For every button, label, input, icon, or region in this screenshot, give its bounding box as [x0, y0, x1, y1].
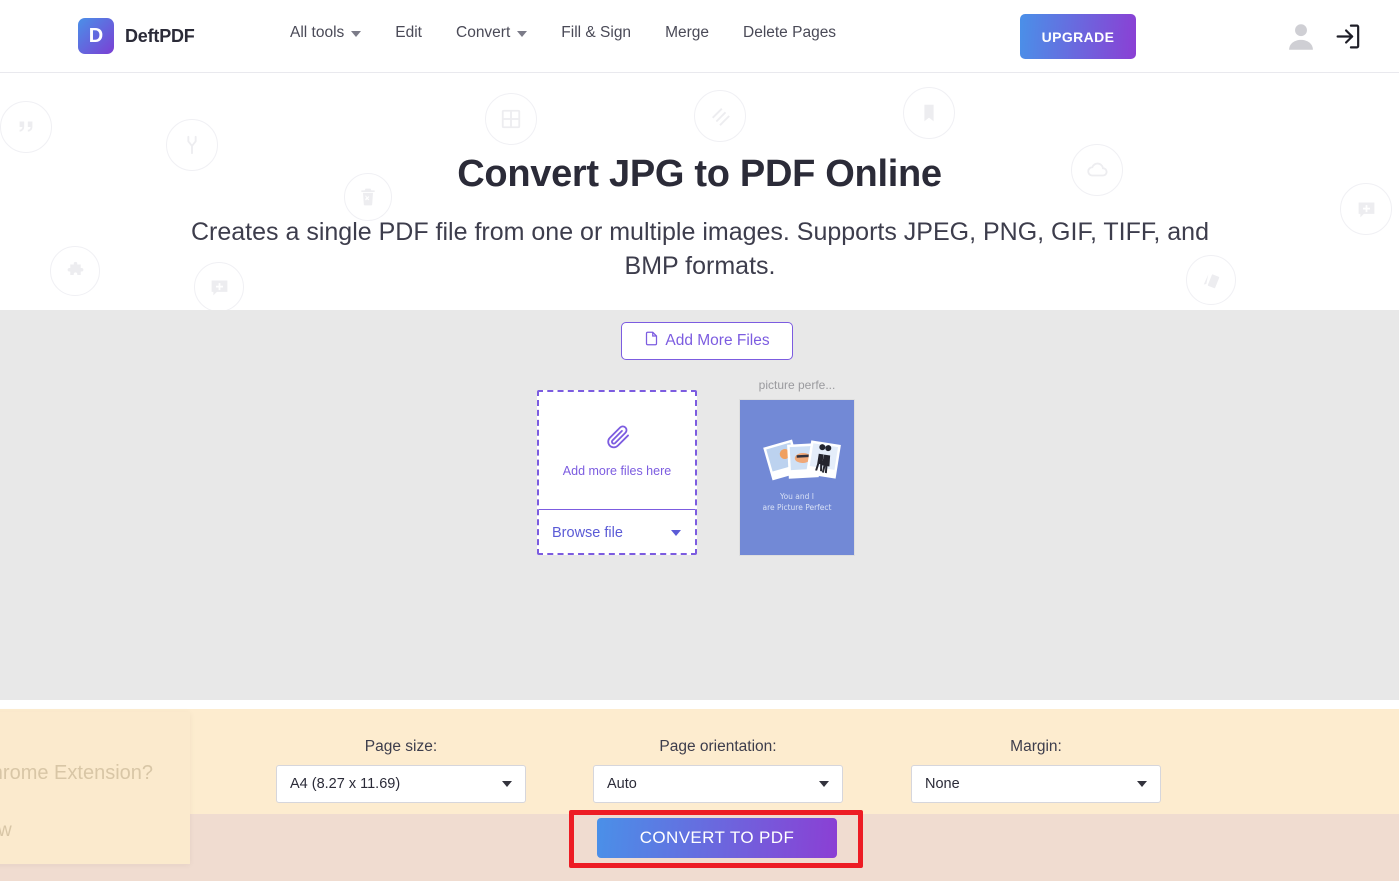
chevron-down-icon[interactable] [351, 31, 362, 37]
margin-label: Margin: [1010, 738, 1062, 755]
upgrade-button[interactable]: UPGRADE [1020, 14, 1136, 59]
add-more-files-button[interactable]: Add More Files [621, 322, 793, 360]
nav-delete-pages[interactable]: Delete Pages [726, 24, 853, 42]
dropzone-drop-area[interactable]: Add more files here [539, 392, 695, 510]
nav-convert-label: Convert [456, 24, 511, 41]
nav-all-tools-label: All tools [290, 24, 345, 41]
page-size-select[interactable]: A4 (8.27 x 11.69) [276, 765, 526, 803]
file-thumbnail-image[interactable]: You and I are Picture Perfect [740, 400, 854, 555]
file-dropzone[interactable]: Add more files here Browse file [537, 390, 697, 555]
chevron-down-icon[interactable] [819, 781, 829, 787]
quote-icon [0, 101, 52, 153]
page-root: D DeftPDF All tools Edit Convert Fill & Sig… [0, 0, 1399, 881]
bookmark-icon [903, 87, 955, 139]
page-orientation-select[interactable]: Auto [593, 765, 843, 803]
settings-footer: Rate this tool 4.4 / 5 - Page size: A4 (… [0, 709, 1399, 814]
page-size-label: Page size: [364, 738, 438, 755]
extension-dismiss-button[interactable]: Not now [0, 820, 12, 842]
thumbnail-caption-line2: are Picture Perfect [762, 503, 832, 512]
sign-in-icon[interactable] [1334, 22, 1363, 56]
file-thumbnail-card[interactable]: picture perfe... You and I are Picture P… [740, 378, 854, 555]
user-avatar-icon[interactable] [1284, 20, 1318, 59]
paperclip-icon [604, 423, 631, 455]
nav-merge-label: Merge [665, 24, 709, 41]
chevron-down-icon[interactable] [502, 781, 512, 787]
page-subtitle: Creates a single PDF file from one or mu… [191, 218, 1209, 280]
page-orientation-value: Auto [607, 776, 637, 792]
site-header: D DeftPDF All tools Edit Convert Fill & Sig… [0, 0, 1399, 73]
nav-convert[interactable]: Convert [439, 24, 544, 42]
browse-file-label: Browse file [552, 524, 623, 541]
chevron-down-icon[interactable] [671, 529, 681, 536]
page-orientation-label: Page orientation: [659, 738, 777, 755]
dropzone-label: Add more files here [562, 464, 672, 478]
diagonal-lines-icon [694, 90, 746, 142]
file-workspace: Add More Files Add more files here Brows… [0, 310, 1399, 700]
nav-fill-sign-label: Fill & Sign [561, 24, 632, 41]
hero-section: Convert JPG to PDF Online Creates a sing… [0, 73, 1399, 310]
page-size-value: A4 (8.27 x 11.69) [290, 776, 401, 792]
margin-control: Margin: None [911, 738, 1161, 803]
page-size-control: Page size: A4 (8.27 x 11.69) [276, 738, 526, 803]
browse-file-button[interactable]: Browse file [539, 510, 695, 555]
pdf-file-icon [644, 330, 659, 352]
chrome-extension-popup: Try our DeftPDF Chrome Extension? Not no… [0, 712, 190, 864]
logo-text: DeftPDF [125, 25, 195, 46]
logo[interactable]: D DeftPDF [78, 18, 195, 54]
nav-edit[interactable]: Edit [378, 24, 439, 42]
nav-edit-label: Edit [395, 24, 422, 41]
puzzle-icon [50, 246, 100, 296]
margin-value: None [925, 776, 960, 792]
main-navigation: All tools Edit Convert Fill & Sign Merge Dele… [290, 24, 853, 42]
nav-all-tools[interactable]: All tools [290, 24, 378, 42]
grid-icon [485, 93, 537, 145]
page-title: Convert JPG to PDF Online [457, 153, 942, 195]
margin-select[interactable]: None [911, 765, 1161, 803]
add-more-files-label: Add More Files [665, 332, 770, 349]
chevron-down-icon[interactable] [1137, 781, 1147, 787]
extension-popup-title: Try our DeftPDF Chrome Extension? [0, 762, 154, 784]
thumbnail-caption-line1: You and I [779, 492, 815, 501]
file-name-label: picture perfe... [758, 378, 836, 392]
logo-mark-icon: D [78, 18, 114, 54]
page-orientation-control: Page orientation: Auto [593, 738, 843, 803]
nav-fill-sign[interactable]: Fill & Sign [544, 24, 648, 42]
convert-to-pdf-button[interactable]: CONVERT TO PDF [597, 818, 837, 858]
nav-delete-pages-label: Delete Pages [743, 24, 837, 41]
nav-merge[interactable]: Merge [648, 24, 726, 42]
chevron-down-icon[interactable] [517, 31, 528, 37]
thumbnail-caption: You and I are Picture Perfect [740, 491, 854, 513]
